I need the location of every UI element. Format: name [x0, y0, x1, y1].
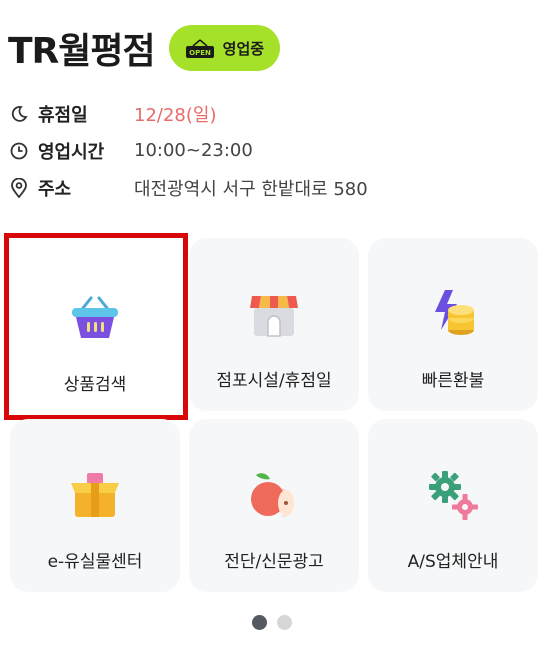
box-icon	[63, 463, 127, 527]
menu-item-store-facilities[interactable]: 점포시설/휴점일	[189, 238, 359, 411]
status-badge-label: 영업중	[222, 39, 265, 58]
address-value: 대전광역시 서구 한밭대로 580	[134, 178, 368, 200]
info-row-hours: 영업시간 10:00~23:00	[8, 132, 368, 169]
status-badge: OPEN 영업중	[168, 25, 281, 71]
storefront-icon	[242, 282, 306, 346]
hours-value: 10:00~23:00	[134, 140, 253, 161]
clock-icon	[8, 140, 30, 162]
menu-item-as-service[interactable]: A/S업체안내	[368, 419, 538, 592]
info-label: 주소	[38, 178, 72, 200]
moon-icon	[8, 103, 30, 125]
open-sign-icon: OPEN	[185, 39, 215, 58]
info-row-holiday: 휴점일 12/28(일)	[8, 95, 368, 132]
page-dot-2[interactable]	[277, 615, 292, 630]
menu-item-label: 상품검색	[63, 375, 127, 395]
menu-item-label: A/S업체안내	[407, 552, 499, 572]
info-label: 영업시간	[38, 141, 105, 163]
lightning-coin-icon	[421, 282, 485, 346]
store-info: 휴점일 12/28(일) 영업시간 10:00~23:00 주소 대전광역시 서…	[8, 95, 368, 206]
store-header: TR월평점 OPEN 영업중	[8, 20, 281, 76]
menu-item-lost-and-found[interactable]: e-유실물센터	[10, 419, 180, 592]
menu-item-quick-refund[interactable]: 빠른환불	[368, 238, 538, 411]
holiday-value: 12/28(일)	[134, 104, 217, 126]
menu-item-flyer-ads[interactable]: 전단/신문광고	[189, 419, 359, 592]
info-label: 휴점일	[38, 104, 88, 126]
menu-item-label: e-유실물센터	[47, 552, 143, 572]
location-pin-icon	[8, 177, 30, 199]
menu-item-label: 빠른환불	[421, 371, 485, 391]
store-name: TR월평점	[8, 31, 156, 72]
page-dot-1[interactable]	[252, 615, 267, 630]
pagination-dots	[252, 615, 292, 630]
menu-item-product-search[interactable]: 상품검색	[10, 242, 180, 410]
menu-item-label: 점포시설/휴점일	[216, 371, 332, 391]
info-row-address: 주소 대전광역시 서구 한밭대로 580	[8, 169, 368, 206]
menu-item-label: 전단/신문광고	[224, 552, 324, 572]
gears-icon	[421, 463, 485, 527]
apple-icon	[242, 463, 306, 527]
shopping-basket-icon	[63, 286, 127, 350]
svg-text:OPEN: OPEN	[189, 49, 211, 57]
